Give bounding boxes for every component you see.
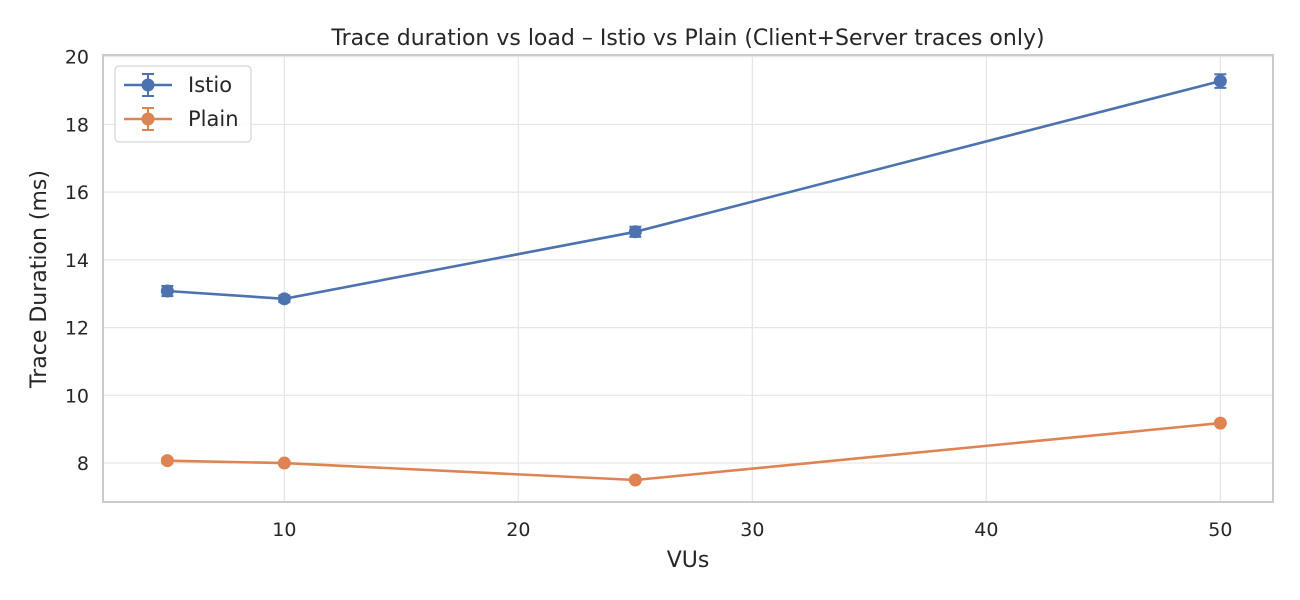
x-tick-label: 50 <box>1208 519 1232 541</box>
x-axis-label: VUs <box>667 548 710 573</box>
series-line-istio <box>167 79 1221 301</box>
series-istio <box>160 73 1227 306</box>
y-axis-label: Trace Duration (ms) <box>27 170 52 389</box>
x-tick-label: 40 <box>974 519 998 541</box>
legend-marker <box>141 78 155 92</box>
x-tick-label: 30 <box>740 519 764 541</box>
data-point <box>1213 416 1227 430</box>
y-tick-label: 20 <box>65 47 89 69</box>
y-tick-label: 10 <box>65 385 89 407</box>
series-layer <box>160 73 1227 487</box>
legend-label: Plain <box>188 107 239 131</box>
y-tick-label: 12 <box>65 318 89 340</box>
data-point <box>160 284 174 298</box>
y-tick-label: 18 <box>65 114 89 136</box>
x-tick-label: 10 <box>272 519 296 541</box>
legend-marker <box>141 112 155 126</box>
data-point <box>628 225 642 239</box>
data-point <box>1213 74 1227 88</box>
data-point <box>160 454 174 468</box>
chart-title: Trace duration vs load – Istio vs Plain … <box>330 26 1044 51</box>
x-tick-label: 20 <box>506 519 530 541</box>
series-line-plain <box>167 421 1221 482</box>
legend-label: Istio <box>188 73 232 97</box>
y-tick-label: 8 <box>77 453 89 475</box>
data-point <box>628 473 642 487</box>
y-tick-label: 16 <box>65 182 89 204</box>
legend: Istio Plain <box>114 65 252 143</box>
data-point <box>277 456 291 470</box>
series-plain <box>160 416 1227 487</box>
data-point <box>277 292 291 306</box>
y-tick-label: 14 <box>65 250 89 272</box>
chart: Trace duration vs load – Istio vs Plain … <box>27 26 1274 573</box>
